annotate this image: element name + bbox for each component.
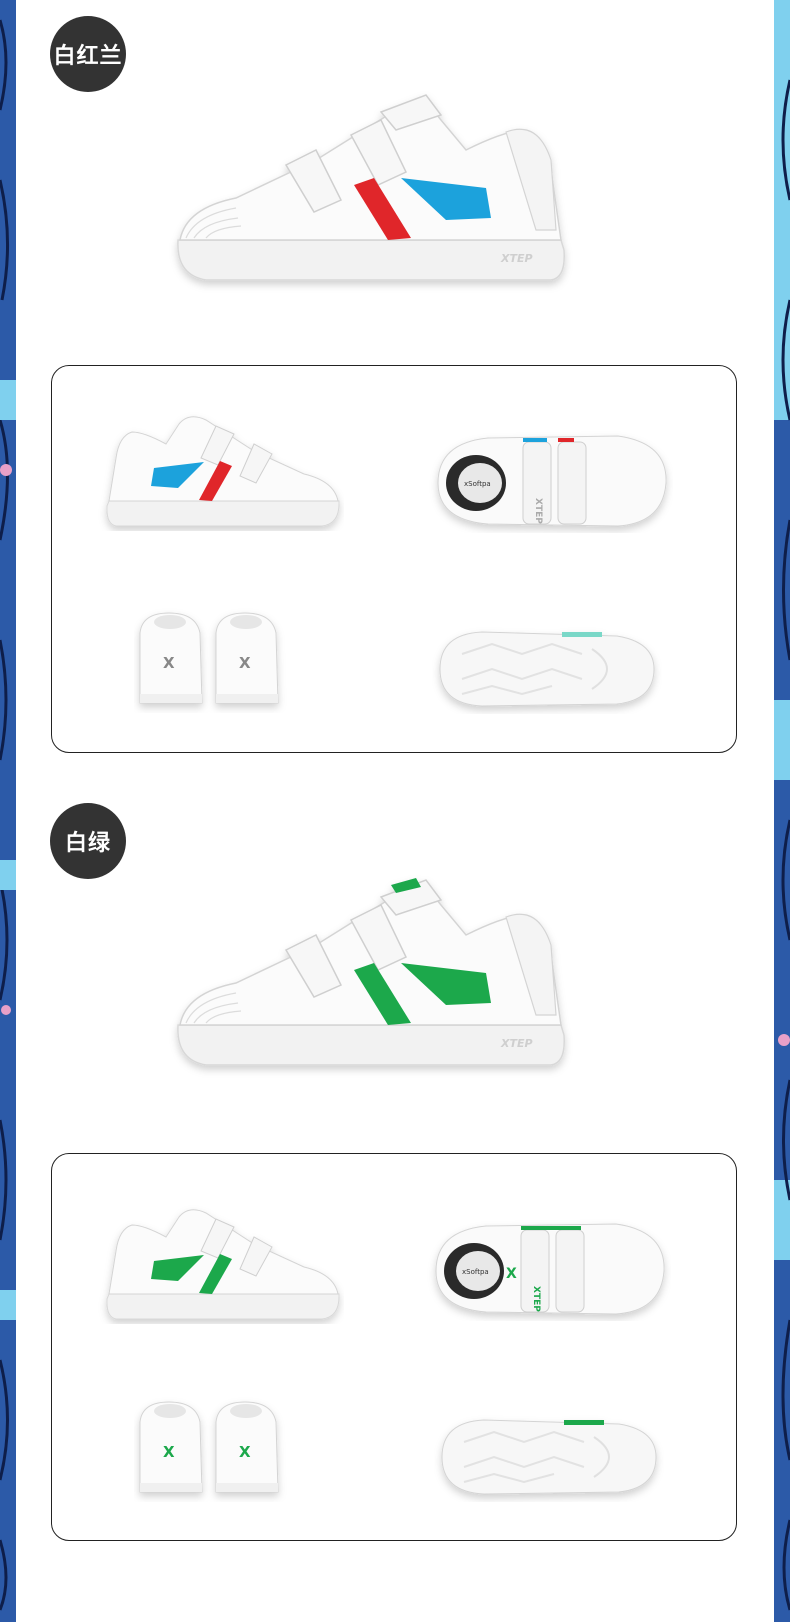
top-view: xSoftpa XTEP — [428, 428, 673, 533]
colorway-label: 白红兰 — [53, 44, 123, 69]
colorway-badge: 白绿 — [50, 803, 126, 879]
decorative-border-left — [0, 0, 16, 1622]
svg-text:X: X — [239, 654, 251, 672]
hero-shoe-image: XTEP — [166, 875, 596, 1080]
insole-label: xSoftpa — [462, 1268, 489, 1276]
sole-view — [434, 1412, 664, 1502]
sole-view — [432, 624, 662, 714]
sole-brand: XTEP — [500, 1037, 533, 1050]
side-view — [94, 1199, 344, 1324]
angles-panel: xSoftpa XTEP X X — [51, 365, 737, 753]
sole-brand: XTEP — [500, 252, 533, 265]
strap-brand: XTEP — [531, 1286, 541, 1312]
svg-text:X: X — [239, 1443, 251, 1461]
colorway-badge: 白红兰 — [50, 16, 126, 92]
top-view: xSoftpa X XTEP — [426, 1216, 671, 1321]
strap-brand: XTEP — [533, 498, 543, 524]
svg-text:X: X — [506, 1266, 517, 1282]
angles-panel: xSoftpa X XTEP X X — [51, 1153, 737, 1541]
back-view: X X — [134, 608, 289, 713]
decorative-border-right — [774, 0, 790, 1622]
side-view — [94, 406, 344, 531]
product-detail-page: 白红兰 XTEP xSoftpa XTEP X X 白绿 XTEP xSoftp… — [16, 0, 774, 1622]
insole-label: xSoftpa — [464, 480, 491, 488]
colorway-label: 白绿 — [64, 831, 111, 856]
svg-text:X: X — [163, 654, 175, 672]
hero-shoe-image: XTEP — [166, 90, 596, 295]
back-view: X X — [134, 1397, 289, 1502]
svg-text:X: X — [163, 1443, 175, 1461]
